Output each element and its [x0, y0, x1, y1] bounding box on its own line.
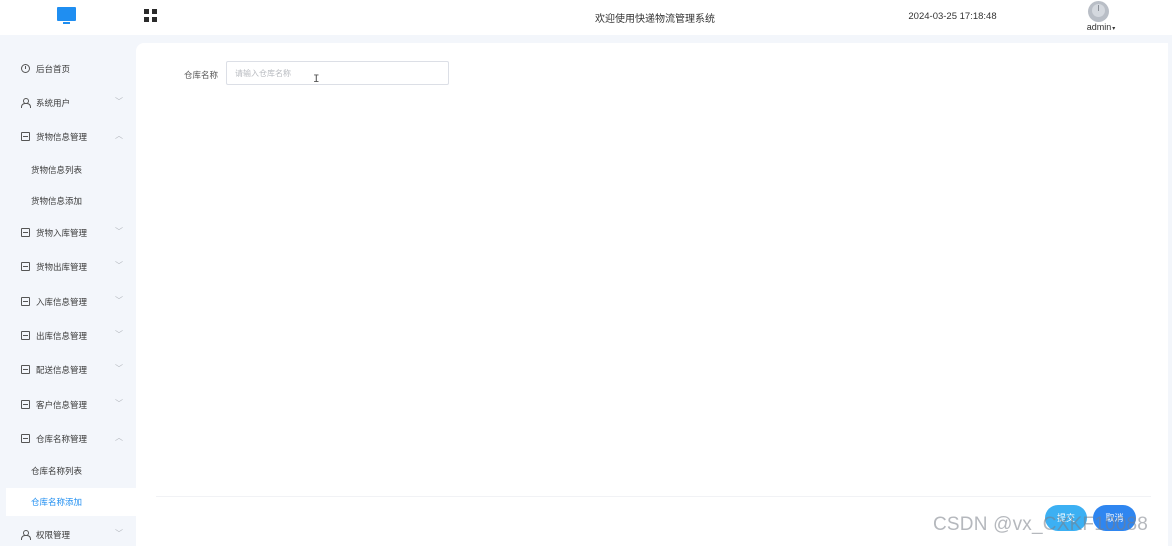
box-icon [21, 434, 30, 443]
chevron-down-icon: ﹀ [115, 330, 123, 339]
sidebar-item-inbound-info[interactable]: 入库信息管理 ﹀ [0, 288, 136, 316]
sidebar-item-delivery-info[interactable]: 配送信息管理 ﹀ [0, 356, 136, 384]
user-icon [21, 98, 31, 108]
box-icon [21, 297, 30, 306]
chevron-down-icon: ﹀ [115, 97, 123, 106]
divider [156, 496, 1151, 497]
sidebar-item-label: 后台首页 [36, 64, 71, 74]
chevron-down-icon: ﹀ [115, 364, 123, 373]
sidebar-item-label: 货物入库管理 [36, 228, 88, 238]
top-header: 欢迎使用快递物流管理系统 2024-03-25 17:18:48 admin▾ [0, 0, 1172, 35]
chevron-up-icon: ︿ [115, 131, 123, 140]
sidebar-item-label: 仓库名称添加 [31, 497, 83, 507]
chevron-down-icon: ﹀ [115, 227, 123, 236]
sidebar-subitem-warehouse-add[interactable]: 仓库名称添加 [6, 488, 136, 516]
user-menu[interactable]: admin▾ [1078, 22, 1124, 32]
warehouse-name-label: 仓库名称 [184, 70, 219, 80]
sidebar-item-home[interactable]: 后台首页 [0, 55, 136, 83]
box-icon [21, 365, 30, 374]
chevron-down-icon: ﹀ [115, 399, 123, 408]
sidebar-item-goods-info[interactable]: 货物信息管理 ︿ [0, 123, 136, 151]
sidebar-subitem-goods-add[interactable]: 货物信息添加 [6, 187, 136, 215]
avatar[interactable] [1088, 1, 1109, 22]
text-cursor-icon: I [313, 74, 320, 86]
sidebar-item-label: 配送信息管理 [36, 365, 88, 375]
sidebar-item-system-users[interactable]: 系统用户 ﹀ [0, 89, 136, 117]
box-icon [21, 400, 30, 409]
box-icon [21, 132, 30, 141]
sidebar-item-label: 货物信息管理 [36, 132, 88, 142]
monitor-icon[interactable] [57, 7, 76, 25]
sidebar-item-goods-inbound[interactable]: 货物入库管理 ﹀ [0, 219, 136, 247]
sidebar-item-label: 仓库名称列表 [31, 466, 83, 476]
grid-icon[interactable] [144, 9, 157, 22]
watermark: CSDN @vx_CXKF10088 [933, 514, 1149, 535]
clock-icon [21, 64, 30, 73]
sidebar-subitem-goods-list[interactable]: 货物信息列表 [6, 156, 136, 184]
sidebar-subitem-warehouse-list[interactable]: 仓库名称列表 [6, 457, 136, 485]
sidebar-item-label: 权限管理 [36, 530, 71, 540]
warehouse-name-input[interactable] [226, 61, 449, 85]
chevron-up-icon: ︿ [115, 433, 123, 442]
chevron-down-icon: ﹀ [115, 296, 123, 305]
chevron-down-icon: ﹀ [115, 261, 123, 270]
sidebar-item-label: 系统用户 [36, 98, 71, 108]
user-icon [21, 530, 31, 540]
sidebar-item-customer-info[interactable]: 客户信息管理 ﹀ [0, 391, 136, 419]
username: admin [1086, 22, 1112, 32]
sidebar-item-label: 出库信息管理 [36, 331, 88, 341]
box-icon [21, 228, 30, 237]
sidebar-item-outbound-info[interactable]: 出库信息管理 ﹀ [0, 322, 136, 350]
sidebar-item-label: 货物信息添加 [31, 196, 83, 206]
box-icon [21, 331, 30, 340]
sidebar-item-permissions[interactable]: 权限管理 ﹀ [0, 521, 136, 546]
sidebar-item-label: 仓库名称管理 [36, 434, 88, 444]
sidebar-item-goods-outbound[interactable]: 货物出库管理 ﹀ [0, 253, 136, 281]
welcome-title: 欢迎使用快递物流管理系统 [595, 14, 715, 25]
sidebar-item-label: 货物出库管理 [36, 262, 88, 272]
sidebar-item-warehouse-name[interactable]: 仓库名称管理 ︿ [0, 425, 136, 453]
current-datetime: 2024-03-25 17:18:48 [908, 11, 997, 22]
box-icon [21, 262, 30, 271]
main-panel: 仓库名称 I 提交 取消 [136, 43, 1168, 546]
sidebar-item-label: 货物信息列表 [31, 165, 83, 175]
chevron-down-icon: ▾ [1112, 26, 1116, 32]
sidebar-item-label: 入库信息管理 [36, 297, 88, 307]
chevron-down-icon: ﹀ [115, 529, 123, 538]
sidebar: 后台首页 系统用户 ﹀ 货物信息管理 ︿ 货物信息列表 货物信息添加 货物入库管… [0, 35, 136, 546]
sidebar-item-label: 客户信息管理 [36, 400, 88, 410]
